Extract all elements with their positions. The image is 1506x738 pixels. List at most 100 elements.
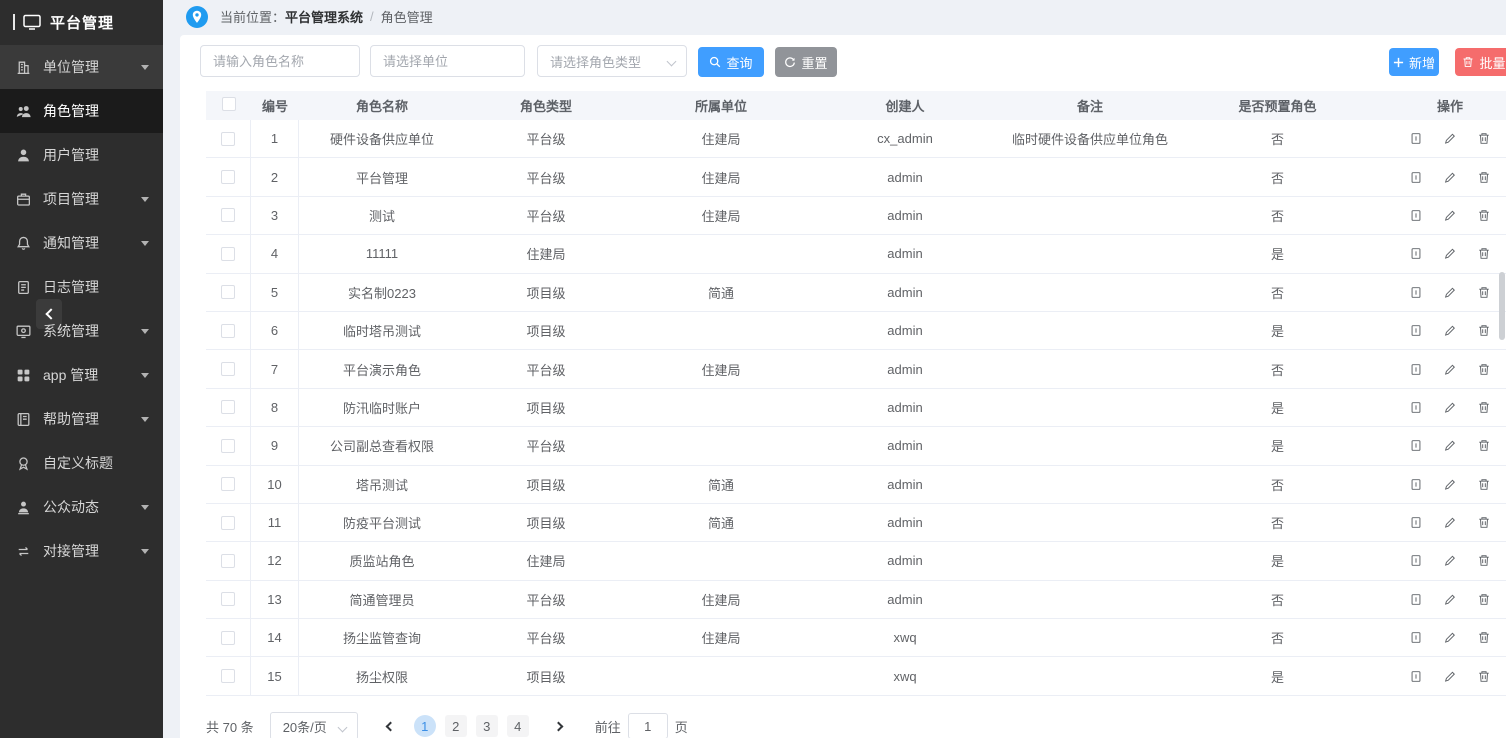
- row-checkbox[interactable]: [221, 362, 235, 376]
- row-checkbox[interactable]: [221, 669, 235, 683]
- row-checkbox[interactable]: [221, 132, 235, 146]
- edit-button[interactable]: [1442, 284, 1458, 300]
- add-button[interactable]: 新增: [1389, 48, 1439, 76]
- scrollbar-thumb[interactable]: [1499, 272, 1505, 340]
- sidebar-item-app-management[interactable]: app 管理: [0, 353, 163, 397]
- delete-button[interactable]: [1476, 207, 1492, 223]
- delete-button[interactable]: [1476, 399, 1492, 415]
- cell-unit: 住建局: [627, 619, 815, 656]
- edit-button[interactable]: [1442, 207, 1458, 223]
- row-checkbox[interactable]: [221, 592, 235, 606]
- role-name-input[interactable]: [200, 45, 360, 77]
- sidebar-item-unit-management[interactable]: 单位管理: [0, 45, 163, 89]
- delete-button[interactable]: [1476, 515, 1492, 531]
- select-all-checkbox[interactable]: [222, 97, 236, 111]
- batch-delete-button[interactable]: 批量删除: [1455, 48, 1506, 76]
- delete-button[interactable]: [1476, 476, 1492, 492]
- next-page-button[interactable]: [553, 718, 569, 734]
- page-button-2[interactable]: 2: [445, 715, 467, 737]
- reset-button[interactable]: 重置: [775, 47, 837, 77]
- edit-button[interactable]: [1442, 399, 1458, 415]
- prev-page-button[interactable]: [382, 718, 398, 734]
- sidebar-item-custom-title[interactable]: 自定义标题: [0, 441, 163, 485]
- page-button-4[interactable]: 4: [507, 715, 529, 737]
- detail-button[interactable]: [1408, 246, 1424, 262]
- delete-button[interactable]: [1476, 630, 1492, 646]
- edit-button[interactable]: [1442, 246, 1458, 262]
- sidebar-item-notice-management[interactable]: 通知管理: [0, 221, 163, 265]
- table-row: 12质监站角色住建局admin是: [206, 542, 1506, 580]
- detail-button[interactable]: [1408, 361, 1424, 377]
- sidebar-item-integration-management[interactable]: 对接管理: [0, 529, 163, 573]
- row-checkbox[interactable]: [221, 400, 235, 414]
- row-checkbox[interactable]: [221, 208, 235, 222]
- row-checkbox[interactable]: [221, 631, 235, 645]
- detail-button[interactable]: [1408, 668, 1424, 684]
- delete-button[interactable]: [1476, 323, 1492, 339]
- header-checkbox-cell: [206, 97, 251, 114]
- page-button-3[interactable]: 3: [476, 715, 498, 737]
- search-button[interactable]: 查询: [698, 47, 764, 77]
- delete-button[interactable]: [1476, 591, 1492, 607]
- delete-button[interactable]: [1476, 131, 1492, 147]
- sidebar-item-help-management[interactable]: 帮助管理: [0, 397, 163, 441]
- cell-preset: 是: [1185, 542, 1370, 579]
- edit-button[interactable]: [1442, 668, 1458, 684]
- delete-button[interactable]: [1476, 284, 1492, 300]
- edit-button[interactable]: [1442, 553, 1458, 569]
- row-checkbox[interactable]: [221, 285, 235, 299]
- edit-button[interactable]: [1442, 361, 1458, 377]
- row-checkbox[interactable]: [221, 324, 235, 338]
- detail-button[interactable]: [1408, 207, 1424, 223]
- unit-input[interactable]: [370, 45, 525, 77]
- role-type-select[interactable]: 请选择角色类型: [537, 45, 687, 77]
- sidebar-item-role-management[interactable]: 角色管理: [0, 89, 163, 133]
- page-size-select[interactable]: 20条/页: [270, 712, 358, 738]
- detail-button[interactable]: [1408, 476, 1424, 492]
- edit-button[interactable]: [1442, 515, 1458, 531]
- delete-button[interactable]: [1476, 438, 1492, 454]
- delete-button[interactable]: [1476, 553, 1492, 569]
- page-button-1[interactable]: 1: [414, 715, 436, 737]
- detail-button[interactable]: [1408, 399, 1424, 415]
- delete-button[interactable]: [1476, 169, 1492, 185]
- edit-button[interactable]: [1442, 476, 1458, 492]
- cell-role-type: 项目级: [465, 274, 627, 311]
- edit-button[interactable]: [1442, 131, 1458, 147]
- sidebar-item-user-management[interactable]: 用户管理: [0, 133, 163, 177]
- detail-button[interactable]: [1408, 438, 1424, 454]
- row-checkbox[interactable]: [221, 554, 235, 568]
- sidebar-item-system-management[interactable]: 系统管理: [0, 309, 163, 353]
- row-checkbox[interactable]: [221, 516, 235, 530]
- delete-button[interactable]: [1476, 668, 1492, 684]
- row-checkbox[interactable]: [221, 439, 235, 453]
- edit-button[interactable]: [1442, 323, 1458, 339]
- detail-button[interactable]: [1408, 630, 1424, 646]
- detail-button[interactable]: [1408, 169, 1424, 185]
- breadcrumb-root[interactable]: 平台管理系统: [285, 7, 363, 26]
- sidebar-collapse-button[interactable]: [36, 299, 62, 329]
- detail-button[interactable]: [1408, 515, 1424, 531]
- detail-button[interactable]: [1408, 131, 1424, 147]
- detail-button[interactable]: [1408, 284, 1424, 300]
- cell-id: 3: [251, 197, 299, 234]
- row-checkbox[interactable]: [221, 170, 235, 184]
- edit-button[interactable]: [1442, 630, 1458, 646]
- edit-button[interactable]: [1442, 169, 1458, 185]
- delete-button[interactable]: [1476, 361, 1492, 377]
- delete-button[interactable]: [1476, 246, 1492, 262]
- row-checkbox[interactable]: [221, 247, 235, 261]
- detail-button[interactable]: [1408, 553, 1424, 569]
- row-checkbox[interactable]: [221, 477, 235, 491]
- detail-button[interactable]: [1408, 591, 1424, 607]
- edit-button[interactable]: [1442, 438, 1458, 454]
- sidebar-item-log-management[interactable]: 日志管理: [0, 265, 163, 309]
- cell-creator: admin: [815, 312, 995, 349]
- cell-operations: [1370, 466, 1506, 503]
- cell-remark: [995, 504, 1185, 541]
- detail-button[interactable]: [1408, 323, 1424, 339]
- goto-page-input[interactable]: [628, 713, 668, 738]
- sidebar-item-public-dynamics[interactable]: 公众动态: [0, 485, 163, 529]
- edit-button[interactable]: [1442, 591, 1458, 607]
- sidebar-item-project-management[interactable]: 项目管理: [0, 177, 163, 221]
